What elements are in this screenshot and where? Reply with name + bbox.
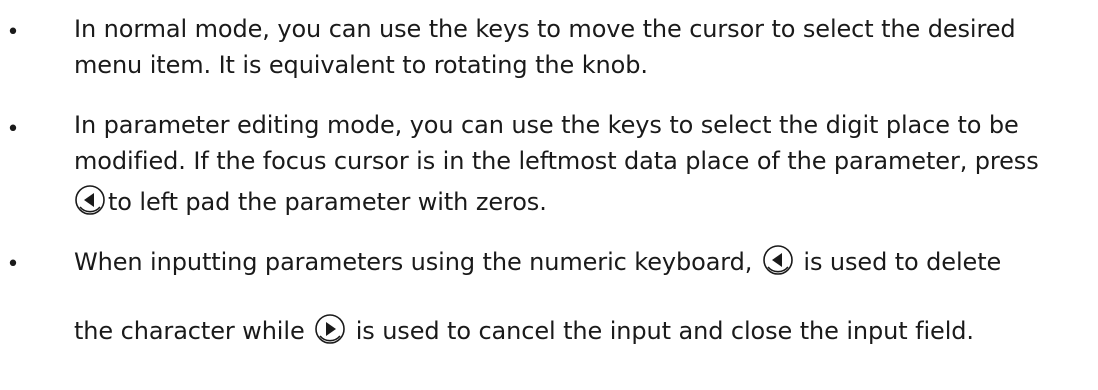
bullet-3-line-2-text-b: is used to cancel the input and close th… bbox=[355, 317, 974, 345]
bullet-symbol: • bbox=[6, 117, 20, 142]
bullet-3-line-1-text-a: When inputting parameters using the nume… bbox=[74, 248, 753, 276]
left-arrow-key-icon bbox=[73, 183, 107, 217]
left-arrow-key-icon bbox=[761, 243, 795, 277]
bullet-3-line-1: When inputting parameters using the nume… bbox=[74, 243, 1002, 280]
bullet-1-line-1: In normal mode, you can use the keys to … bbox=[74, 15, 1016, 43]
bullet-3-line-1-text-b: is used to delete bbox=[803, 248, 1002, 276]
bullet-symbol: • bbox=[6, 252, 20, 277]
bullet-1-line-2: menu item. It is equivalent to rotating … bbox=[74, 51, 648, 79]
bullet-symbol: • bbox=[6, 20, 20, 45]
bullet-2-line-3: to left pad the parameter with zeros. bbox=[72, 183, 547, 220]
bullet-3-line-2: the character while is used to cancel th… bbox=[74, 312, 974, 349]
bullet-2-line-3-text: to left pad the parameter with zeros. bbox=[108, 188, 547, 216]
bullet-3-line-2-text-a: the character while bbox=[74, 317, 305, 345]
bullet-2-line-2: modified. If the focus cursor is in the … bbox=[74, 147, 1039, 175]
document-body: • In normal mode, you can use the keys t… bbox=[0, 0, 1098, 390]
right-arrow-key-icon bbox=[313, 312, 347, 346]
bullet-2-line-1: In parameter editing mode, you can use t… bbox=[74, 111, 1019, 139]
